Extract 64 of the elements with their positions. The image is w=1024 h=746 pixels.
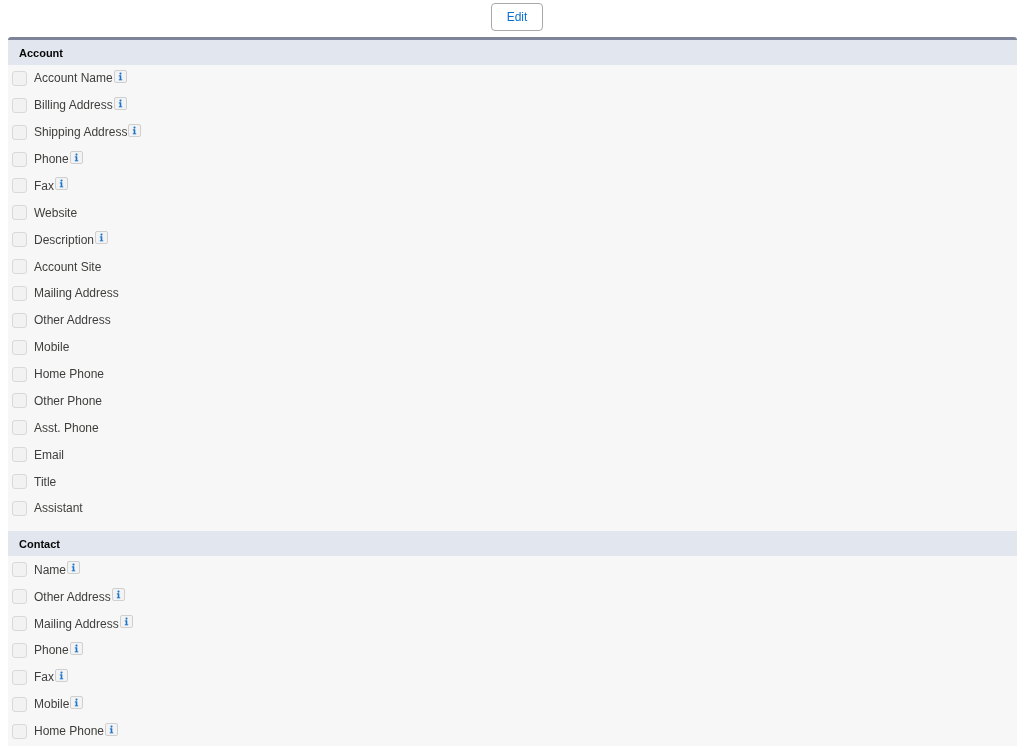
- info-icon[interactable]: [113, 69, 127, 83]
- field-label: Other Address: [34, 589, 111, 604]
- field-label: Other Address: [34, 313, 111, 328]
- info-icon[interactable]: [119, 615, 133, 629]
- checkbox[interactable]: [12, 259, 27, 275]
- field-label: Title: [34, 474, 57, 489]
- info-icon[interactable]: [70, 695, 84, 709]
- checkbox[interactable]: [12, 589, 27, 605]
- field-label: Asst. Phone: [34, 420, 99, 435]
- checkbox[interactable]: [12, 339, 27, 355]
- section-title: Contact: [19, 537, 60, 550]
- checkbox[interactable]: [12, 70, 27, 86]
- checkbox[interactable]: [12, 393, 27, 409]
- checkbox[interactable]: [12, 562, 27, 578]
- info-icon[interactable]: [55, 668, 68, 682]
- field-label: Name: [34, 562, 66, 577]
- checkbox[interactable]: [12, 232, 27, 248]
- field-label: Mobile: [34, 340, 70, 355]
- edit-button[interactable]: Edit: [491, 3, 543, 31]
- info-icon[interactable]: [128, 123, 142, 137]
- field-label: Account Site: [34, 259, 102, 274]
- field-label: Mailing Address: [34, 286, 119, 301]
- checkbox[interactable]: [12, 97, 27, 113]
- info-icon[interactable]: [69, 641, 83, 655]
- checkbox[interactable]: [12, 669, 27, 685]
- section-title: Account: [19, 46, 63, 59]
- field-label: Mailing Address: [34, 616, 119, 631]
- checkbox[interactable]: [12, 420, 27, 436]
- info-icon[interactable]: [113, 96, 127, 110]
- field-label: Fax: [34, 670, 54, 685]
- checkbox[interactable]: [12, 500, 27, 516]
- field-label: Phone: [34, 643, 69, 658]
- info-icon[interactable]: [67, 561, 80, 575]
- checkbox[interactable]: [12, 151, 27, 167]
- checkbox[interactable]: [12, 616, 27, 632]
- field-label: Home Phone: [34, 724, 105, 739]
- checkbox[interactable]: [12, 205, 27, 221]
- field-label: Other Phone: [34, 393, 103, 408]
- info-icon[interactable]: [69, 150, 83, 164]
- checkbox[interactable]: [12, 366, 27, 382]
- checkbox[interactable]: [12, 642, 27, 658]
- field-label: Billing Address: [34, 98, 113, 113]
- field-label: Shipping Address: [34, 125, 128, 140]
- field-label: Description: [34, 232, 95, 247]
- info-icon[interactable]: [55, 177, 68, 191]
- info-icon[interactable]: [105, 722, 119, 736]
- info-icon[interactable]: [111, 588, 125, 602]
- field-label: Home Phone: [34, 367, 105, 382]
- field-label: Email: [34, 447, 64, 462]
- info-icon[interactable]: [95, 231, 109, 245]
- checkbox[interactable]: [12, 124, 27, 140]
- checkbox[interactable]: [12, 285, 27, 301]
- field-label: Mobile: [34, 697, 70, 712]
- field-label: Website: [34, 205, 78, 220]
- checkbox[interactable]: [12, 723, 27, 739]
- field-label: Phone: [34, 152, 69, 167]
- field-label: Assistant: [34, 501, 83, 516]
- checkbox[interactable]: [12, 474, 27, 490]
- checkbox[interactable]: [12, 696, 27, 712]
- checkbox[interactable]: [12, 447, 27, 463]
- checkbox[interactable]: [12, 312, 27, 328]
- checkbox[interactable]: [12, 178, 27, 194]
- field-label: Fax: [34, 178, 54, 193]
- field-label: Account Name: [34, 71, 113, 86]
